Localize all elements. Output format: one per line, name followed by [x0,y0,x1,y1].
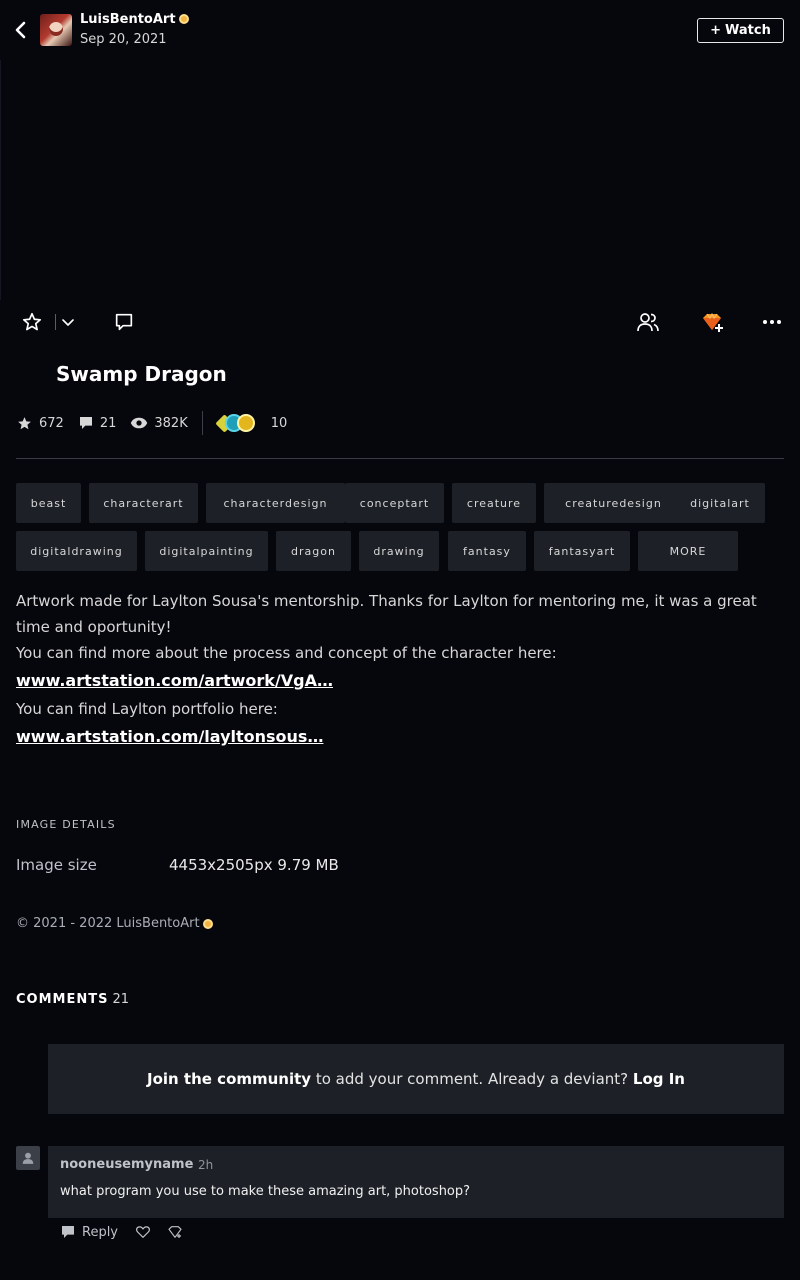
favourite-collections-button[interactable] [58,312,78,332]
comment-button[interactable] [112,310,136,334]
join-community-box: Join the community to add your comment. … [48,1044,784,1114]
heart-icon [136,1226,150,1238]
comments-count: 21 [99,415,117,431]
divider [201,411,203,435]
comments-stat[interactable]: 21 [78,415,117,431]
tag-chip[interactable]: digitaldrawing [16,531,137,571]
gem-outline-icon [168,1226,182,1238]
give-award-button[interactable] [700,310,724,334]
description-text: Artwork made for Laylton Sousa's mentors… [16,592,757,636]
image-size-label: Image size [16,856,97,874]
username-text: LuisBentoArt [80,12,176,27]
views-stat: 382K [130,415,188,431]
award-comment-button[interactable] [166,1223,184,1241]
gift-gem-icon [703,312,723,332]
reply-button[interactable]: Reply [60,1224,118,1240]
comment: nooneusemyname 2h what program you use t… [48,1146,784,1218]
core-member-badge-icon [178,14,189,24]
post-date: Sep 20, 2021 [80,32,167,47]
tag-chip[interactable]: digitalart [675,483,765,523]
star-filled-icon [18,416,31,429]
core-member-badge-icon [202,918,213,929]
watch-button[interactable]: + Watch [697,18,784,43]
username-link[interactable]: LuisBentoArt [80,12,189,27]
eye-icon [131,417,148,429]
artstation-portfolio-link[interactable]: www.artstation.com/layltonsous… [16,722,784,752]
page-title: Swamp Dragon [56,362,227,386]
join-community-link[interactable]: Join the community [147,1070,311,1088]
comments-heading: COMMENTS 21 [16,992,129,1007]
tag-chip[interactable]: characterdesign [206,483,345,523]
more-icon [763,320,781,324]
tag-chip[interactable]: creature [452,483,536,523]
back-button[interactable] [10,18,32,42]
comment-author[interactable]: nooneusemyname [60,1157,193,1172]
divider [55,314,56,330]
tag-chip[interactable]: dragon [276,531,351,571]
comment-icon [115,313,133,331]
awards-icon-group[interactable] [215,412,259,434]
favourite-button[interactable] [20,310,44,334]
awards-count: 10 [270,415,288,431]
watch-label: Watch [725,23,771,38]
copyright: © 2021 - 2022 LuisBentoArt [16,916,213,931]
log-in-link[interactable]: Log In [633,1070,685,1088]
like-button[interactable] [134,1223,152,1241]
comments-heading-label: COMMENTS [16,992,109,1007]
group-icon [637,313,659,332]
tag-chip[interactable]: creaturedesign [544,483,683,523]
plus-icon: + [710,23,722,38]
more-options-button[interactable] [760,310,784,334]
action-bar [0,300,800,344]
default-user-icon [22,1152,34,1164]
tag-chip[interactable]: fantasyart [534,531,630,571]
favourites-stat[interactable]: 672 [16,415,64,432]
tag-chip[interactable]: beast [16,483,81,523]
tag-chip[interactable]: fantasy [448,531,526,571]
comment-text: what program you use to make these amazi… [60,1184,471,1199]
copyright-text: © 2021 - 2022 LuisBentoArt [16,916,200,931]
join-community-text: to add your comment. Already a deviant? [311,1070,633,1088]
comments-heading-count: 21 [112,992,130,1007]
more-tags-button[interactable]: MORE [638,531,738,571]
tag-chip[interactable]: conceptart [345,483,444,523]
stats-row: 672 21 382K 10 [16,410,287,436]
views-count: 382K [154,415,188,431]
comment-actions: Reply [60,1220,198,1244]
chevron-down-icon [62,319,74,326]
reply-icon [62,1226,74,1238]
star-icon [22,312,42,331]
artstation-artwork-link[interactable]: www.artstation.com/artwork/VgA… [16,666,784,696]
tag-chip[interactable]: drawing [359,531,439,571]
description-text: You can find Laylton portfolio here: [16,700,278,718]
description: Artwork made for Laylton Sousa's mentors… [16,588,784,752]
avatar[interactable] [40,14,72,46]
comment-avatar[interactable] [16,1146,40,1170]
description-text: You can find more about the process and … [16,644,557,662]
divider [16,458,784,459]
comment-timestamp[interactable]: 2h [198,1158,213,1172]
top-bar: LuisBentoArt Sep 20, 2021 + Watch [0,0,800,60]
favourites-count: 672 [39,415,64,431]
chevron-left-icon [15,21,26,39]
comment-filled-icon [79,417,92,429]
award-badge-icon [236,414,255,432]
image-details-heading: IMAGE DETAILS [16,818,116,831]
add-to-group-button[interactable] [636,310,660,334]
artwork-image-area[interactable] [0,60,800,300]
image-size-value: 4453x2505px 9.79 MB [169,856,339,874]
tag-chip[interactable]: digitalpainting [145,531,268,571]
tag-chip[interactable]: characterart [89,483,198,523]
reply-label: Reply [82,1224,119,1240]
